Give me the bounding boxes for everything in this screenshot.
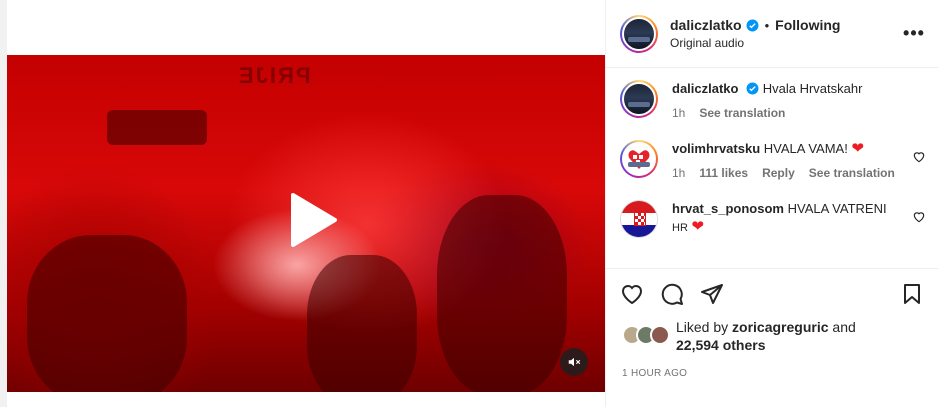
play-button[interactable] bbox=[275, 185, 345, 255]
following-button[interactable]: Following bbox=[775, 17, 840, 33]
liker-username[interactable]: zoricagreguric bbox=[732, 319, 828, 335]
more-icon: ••• bbox=[903, 23, 925, 43]
bookmark-icon bbox=[904, 283, 920, 304]
header-text: daliczlatko • Following Original audio bbox=[670, 17, 902, 50]
avatar bbox=[650, 325, 670, 345]
comment-text: HVALA VAMA! bbox=[763, 141, 848, 156]
comment-text: HVALA VATRENI bbox=[787, 201, 887, 216]
comment-item: volimhrvatsku HVALA VAMA! ❤ 1h 111 likes… bbox=[606, 122, 938, 182]
heart-icon[interactable] bbox=[912, 150, 926, 164]
likes-summary: Liked by zoricagreguric and 22,594 other… bbox=[606, 318, 938, 354]
video-player[interactable]: PRIJE bbox=[7, 55, 605, 392]
crowd-shadow bbox=[437, 195, 567, 392]
post-timestamp[interactable]: 1 hour ago bbox=[606, 354, 938, 379]
comment-likes[interactable]: 111 likes bbox=[699, 164, 748, 182]
audio-link[interactable]: Original audio bbox=[670, 36, 902, 50]
mute-icon bbox=[568, 357, 581, 367]
separator-dot: • bbox=[764, 17, 770, 33]
avatar[interactable] bbox=[620, 200, 658, 238]
see-translation-link[interactable]: See translation bbox=[809, 164, 895, 182]
comment-username[interactable]: hrvat_s_ponosom bbox=[672, 201, 784, 216]
crowd-shadow bbox=[27, 235, 187, 392]
comment-time[interactable]: 1h bbox=[672, 104, 685, 122]
crowd-shadow bbox=[307, 255, 417, 392]
share-button[interactable] bbox=[700, 282, 724, 306]
post-header: daliczlatko • Following Original audio •… bbox=[606, 0, 938, 68]
heart-logo-icon bbox=[628, 150, 650, 169]
others-count[interactable]: 22,594 others bbox=[676, 337, 766, 353]
red-heart-icon: ❤ bbox=[851, 140, 865, 157]
post-actions bbox=[606, 268, 938, 318]
more-options-button[interactable]: ••• bbox=[902, 22, 926, 46]
comment-icon bbox=[661, 283, 683, 305]
comment-username[interactable]: daliczlatko bbox=[672, 81, 738, 96]
banner-text: PRIJE bbox=[237, 63, 311, 88]
liked-by-prefix: Liked by bbox=[676, 319, 729, 335]
verified-icon bbox=[746, 82, 759, 95]
verified-icon bbox=[746, 19, 759, 32]
heart-icon[interactable] bbox=[912, 210, 926, 224]
page: PRIJE daliczlatko • Following Original a… bbox=[0, 0, 938, 407]
avatar[interactable] bbox=[620, 80, 658, 118]
comments-list: daliczlatko Hvala Hrvatskahr 1h See tran… bbox=[606, 68, 938, 268]
see-translation-link[interactable]: See translation bbox=[699, 104, 785, 122]
share-icon bbox=[701, 283, 723, 304]
red-heart-icon: ❤ bbox=[691, 218, 705, 235]
author-username[interactable]: daliczlatko bbox=[670, 17, 742, 33]
heart-icon bbox=[621, 284, 643, 304]
like-button[interactable] bbox=[620, 282, 644, 306]
play-icon bbox=[291, 193, 337, 247]
comment-item: daliczlatko Hvala Hrvatskahr 1h See tran… bbox=[606, 68, 938, 122]
liker-avatars[interactable] bbox=[622, 325, 670, 347]
save-button[interactable] bbox=[900, 282, 924, 306]
avatar[interactable] bbox=[620, 14, 658, 53]
post-sidebar: daliczlatko • Following Original audio •… bbox=[605, 0, 938, 407]
liked-by-and: and bbox=[832, 319, 856, 335]
comment-button[interactable] bbox=[660, 282, 684, 306]
reply-button[interactable]: Reply bbox=[762, 164, 795, 182]
comment-username[interactable]: volimhrvatsku bbox=[672, 141, 760, 156]
comment-text: Hvala Hrvatskahr bbox=[762, 81, 863, 96]
mute-button[interactable] bbox=[560, 348, 588, 376]
comment-item: hrvat_s_ponosom HVALA VATRENI HR ❤ bbox=[606, 182, 938, 238]
crowd-shadow bbox=[107, 110, 207, 145]
avatar[interactable] bbox=[620, 140, 658, 178]
comment-text-flag: HR bbox=[672, 222, 688, 234]
comment-time[interactable]: 1h bbox=[672, 164, 685, 182]
